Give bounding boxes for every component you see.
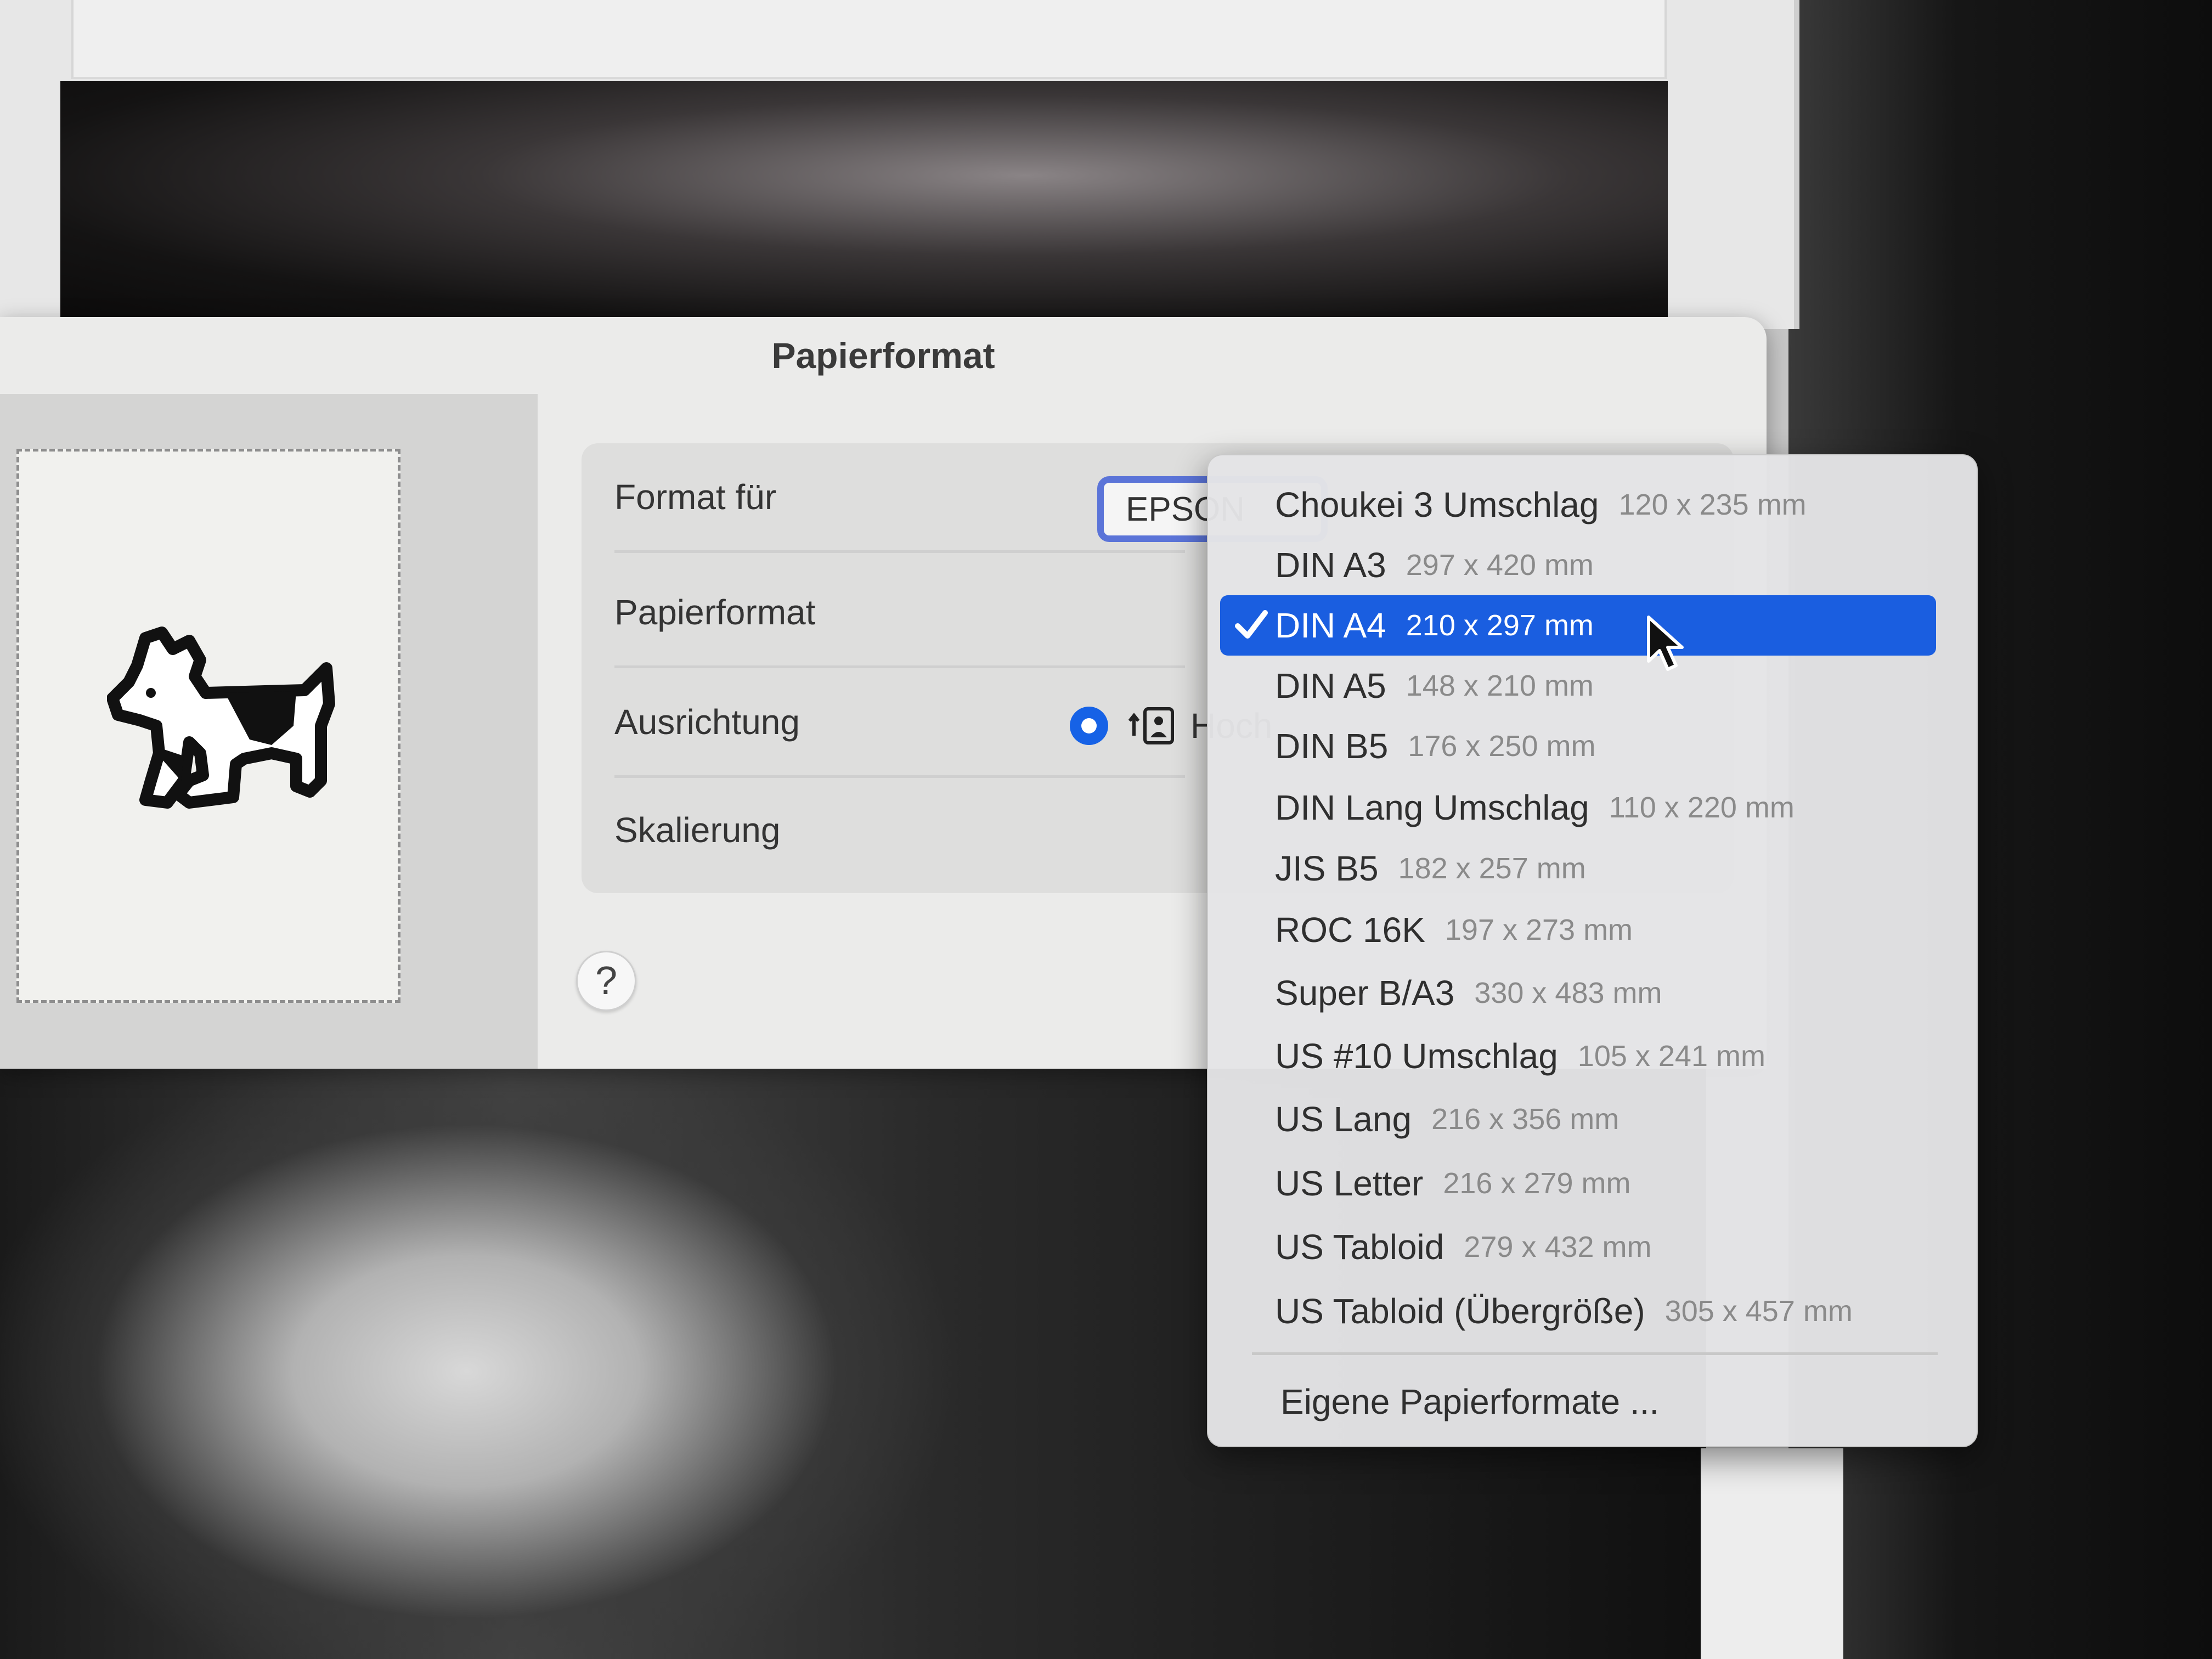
menu-item-dimensions: 216 x 279 mm [1443, 1167, 1631, 1200]
menu-item-dimensions: 210 x 297 mm [1406, 609, 1594, 642]
menu-item[interactable]: US Tabloid (Übergröße) 305 x 457 mm [1220, 1281, 1936, 1341]
paper-preview [16, 449, 400, 1003]
mouse-cursor-icon [1647, 616, 1684, 671]
menu-item-name: DIN B5 [1275, 726, 1389, 766]
menu-item[interactable]: US Tabloid 279 x 432 mm [1220, 1217, 1936, 1277]
background-photo [60, 81, 1668, 317]
paper-size-dropdown-menu: Choukei 3 Umschlag 120 x 235 mm DIN A3 297 … [1207, 454, 1978, 1447]
menu-item[interactable]: DIN A5 148 x 210 mm [1220, 656, 1936, 716]
menu-item-dimensions: 176 x 250 mm [1408, 730, 1596, 763]
row-format-for: Format für EPSON [614, 443, 1328, 553]
menu-item-name: DIN A5 [1275, 666, 1386, 706]
menu-item-name: US Tabloid [1275, 1227, 1444, 1267]
menu-item[interactable]: Super B/A3 330 x 483 mm [1220, 963, 1936, 1023]
menu-item-dimensions: 148 x 210 mm [1406, 669, 1594, 702]
menu-item[interactable]: US #10 Umschlag 105 x 241 mm [1220, 1026, 1936, 1086]
portrait-radio[interactable] [1070, 707, 1108, 745]
checkmark-icon [1235, 610, 1268, 639]
dogcow-icon [107, 627, 335, 809]
menu-item-name: ROC 16K [1275, 910, 1425, 950]
scaling-label: Skalierung [614, 810, 781, 850]
background-window [0, 0, 1799, 329]
menu-item[interactable]: US Letter 216 x 279 mm [1220, 1153, 1936, 1214]
menu-item-name: Super B/A3 [1275, 973, 1455, 1013]
menu-item-name: US #10 Umschlag [1275, 1036, 1558, 1076]
background-window-edge [1701, 1448, 1843, 1659]
menu-item-dimensions: 110 x 220 mm [1609, 791, 1795, 824]
menu-item[interactable]: DIN A4 210 x 297 mm [1220, 595, 1936, 656]
menu-item-name: Choukei 3 Umschlag [1275, 485, 1599, 524]
menu-item[interactable]: ROC 16K 197 x 273 mm [1220, 900, 1936, 960]
menu-item-dimensions: 197 x 273 mm [1444, 913, 1633, 946]
menu-item-dimensions: 120 x 235 mm [1618, 488, 1807, 521]
menu-item-name: JIS B5 [1275, 849, 1379, 888]
menu-item-dimensions: 182 x 257 mm [1398, 852, 1586, 885]
menu-item[interactable]: DIN Lang Umschlag 110 x 220 mm [1220, 777, 1936, 838]
menu-item-dimensions: 105 x 241 mm [1577, 1040, 1765, 1073]
row-paper-size: Papierformat [614, 558, 1185, 668]
row-orientation: Ausrichtung Hoch [614, 668, 1272, 778]
custom-paper-sizes-item[interactable]: Eigene Papierformate ... [1220, 1372, 1936, 1432]
menu-item[interactable]: DIN A3 297 x 420 mm [1220, 535, 1936, 595]
menu-item-dimensions: 297 x 420 mm [1406, 549, 1594, 582]
menu-item-name: US Letter [1275, 1164, 1424, 1203]
dialog-title: Papierformat [0, 317, 1767, 396]
menu-item[interactable]: DIN B5 176 x 250 mm [1220, 716, 1936, 776]
preview-pane [0, 394, 538, 1069]
menu-item-name: DIN A3 [1275, 545, 1386, 585]
row-scaling: Skalierung [614, 775, 1185, 885]
menu-item[interactable]: Choukei 3 Umschlag 120 x 235 mm [1220, 475, 1936, 535]
paper-size-label: Papierformat [614, 592, 816, 632]
menu-item-name: US Lang [1275, 1099, 1412, 1139]
background-window-toolbar [71, 0, 1667, 79]
menu-item-name: DIN A4 [1275, 606, 1386, 645]
orientation-label: Ausrichtung [614, 702, 800, 742]
menu-item-dimensions: 330 x 483 mm [1474, 977, 1662, 1009]
menu-separator [1252, 1352, 1938, 1355]
help-button[interactable]: ? [576, 951, 636, 1011]
menu-item-name: US Tabloid (Übergröße) [1275, 1291, 1645, 1331]
menu-item-dimensions: 279 x 432 mm [1464, 1231, 1652, 1263]
menu-item-dimensions: 216 x 356 mm [1431, 1103, 1620, 1136]
menu-item-name: DIN Lang Umschlag [1275, 788, 1589, 827]
radio-dot [1081, 718, 1097, 733]
menu-item[interactable]: US Lang 216 x 356 mm [1220, 1089, 1936, 1149]
format-for-label: Format für [614, 477, 777, 517]
menu-item-dimensions: 305 x 457 mm [1664, 1295, 1853, 1328]
portrait-orientation-icon [1128, 707, 1174, 744]
menu-item[interactable]: JIS B5 182 x 257 mm [1220, 838, 1936, 899]
